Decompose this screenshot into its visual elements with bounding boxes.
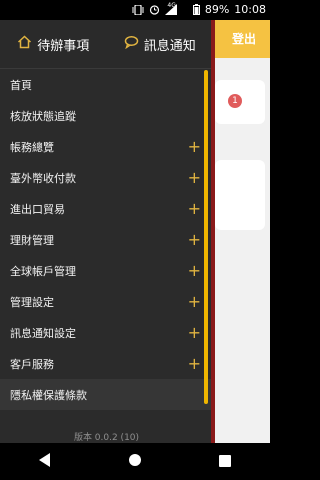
menu-item-notification-settings[interactable]: 訊息通知設定 +: [0, 317, 213, 348]
messages-button[interactable]: 訊息通知: [124, 35, 196, 54]
menu-item-privacy[interactable]: 隱私權保護條款: [0, 379, 213, 410]
expand-icon[interactable]: +: [188, 231, 201, 248]
menu-item-label: 客戶服務: [10, 357, 54, 371]
notification-badge: 1: [228, 94, 242, 108]
menu-item-customer-service[interactable]: 客戶服務 +: [0, 348, 213, 379]
version-label: 版本 0.0.2 (10): [73, 433, 140, 443]
expand-icon[interactable]: +: [188, 355, 201, 372]
menu-item-label: 隱私權保護條款: [10, 388, 87, 402]
recents-icon[interactable]: [219, 452, 232, 471]
menu-item-global-accounts[interactable]: 全球帳戶管理 +: [0, 255, 213, 286]
system-nav-bar: [0, 443, 270, 480]
menu-item-label: 管理設定: [10, 295, 54, 309]
menu-item-label: 首頁: [10, 78, 32, 92]
menu-item-wealth[interactable]: 理財管理 +: [0, 224, 213, 255]
alarm-icon: [149, 4, 160, 15]
drawer-menu: 首頁 核放狀態追蹤 帳務總覽 + 臺外幣收付款 + 進出口貿易 + 理財管理 +…: [0, 69, 213, 410]
scrollbar[interactable]: [204, 70, 208, 404]
expand-icon[interactable]: +: [188, 200, 201, 217]
menu-item-label: 理財管理: [10, 233, 54, 247]
signal-icon: 4G: [165, 2, 187, 15]
navigation-drawer: 待辦事項 訊息通知 首頁 核放狀態追蹤 帳務總覽 + 臺外幣收付款 + 進出口貿…: [0, 20, 213, 443]
menu-item-account-overview[interactable]: 帳務總覽 +: [0, 131, 213, 162]
menu-item-label: 全球帳戶管理: [10, 264, 76, 278]
clock: 10:08: [234, 3, 266, 16]
pending-tasks-label: 待辦事項: [37, 38, 90, 54]
back-icon[interactable]: [38, 452, 51, 471]
menu-item-label: 訊息通知設定: [10, 326, 76, 340]
expand-icon[interactable]: +: [188, 324, 201, 341]
menu-item-trade[interactable]: 進出口貿易 +: [0, 193, 213, 224]
home-button-icon[interactable]: [128, 452, 142, 471]
menu-item-label: 進出口貿易: [10, 202, 65, 216]
battery-icon: [192, 4, 200, 15]
menu-item-label: 核放狀態追蹤: [10, 109, 76, 123]
menu-item-payments[interactable]: 臺外幣收付款 +: [0, 162, 213, 193]
status-bar: 4G 89% 10:08: [0, 0, 270, 20]
messages-label: 訊息通知: [143, 38, 196, 54]
vibrate-icon: [132, 4, 144, 15]
logout-button[interactable]: 登出: [232, 30, 256, 47]
menu-item-label: 臺外幣收付款: [10, 171, 76, 185]
drawer-edge: [211, 20, 215, 443]
menu-item-release-tracking[interactable]: 核放狀態追蹤: [0, 100, 213, 131]
drawer-header: 待辦事項 訊息通知: [0, 20, 213, 69]
background-card: [215, 160, 265, 230]
pending-tasks-button[interactable]: 待辦事項: [17, 35, 89, 54]
home-icon: [17, 35, 32, 53]
menu-item-home[interactable]: 首頁: [0, 69, 213, 100]
expand-icon[interactable]: +: [188, 138, 201, 155]
battery-percent: 89%: [204, 3, 230, 16]
expand-icon[interactable]: +: [188, 293, 201, 310]
menu-item-settings[interactable]: 管理設定 +: [0, 286, 213, 317]
menu-item-label: 帳務總覽: [10, 140, 54, 154]
expand-icon[interactable]: +: [188, 169, 201, 186]
expand-icon[interactable]: +: [188, 262, 201, 279]
chat-icon: [124, 35, 139, 53]
